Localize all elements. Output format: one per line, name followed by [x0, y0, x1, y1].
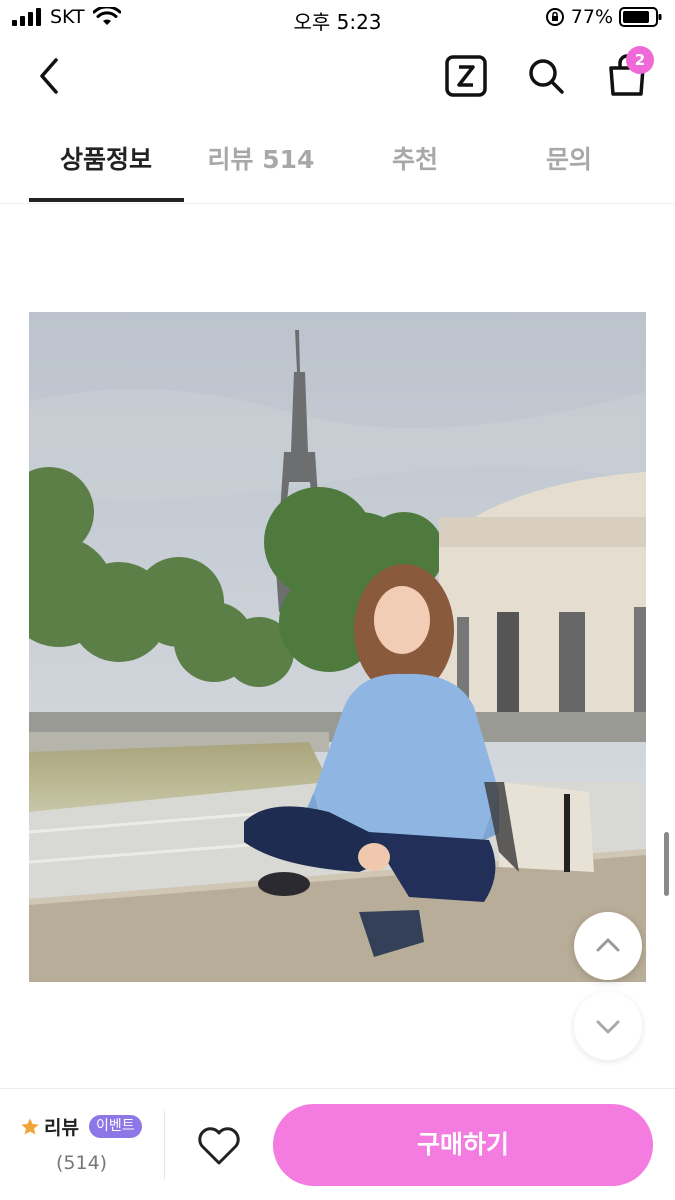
status-bar: SKT 오후 5:23 77% — [0, 0, 675, 38]
chevron-left-icon — [40, 58, 58, 94]
chevron-down-icon — [596, 1020, 620, 1034]
star-icon — [21, 1118, 39, 1135]
review-label: 리뷰 — [44, 1117, 79, 1139]
tab-recommend[interactable]: 추천 — [338, 140, 492, 204]
search-icon — [529, 59, 564, 94]
product-photo-illustration — [29, 312, 646, 982]
cart-count-badge: 2 — [626, 46, 654, 74]
buy-button[interactable]: 구매하기 — [273, 1104, 653, 1186]
search-button[interactable] — [524, 54, 568, 98]
chevron-up-icon — [596, 938, 620, 952]
tab-inquiry[interactable]: 문의 — [492, 140, 646, 204]
scrollbar[interactable] — [664, 832, 669, 896]
active-tab-indicator — [29, 198, 184, 202]
z-menu-button[interactable] — [444, 54, 488, 98]
bottom-action-bar: 리뷰 이벤트 (514) 구매하기 — [0, 1088, 675, 1200]
tab-product-info[interactable]: 상품정보 — [29, 140, 183, 204]
review-count: (514) — [56, 1152, 108, 1174]
heart-icon — [198, 1127, 240, 1165]
orientation-lock-icon — [545, 8, 564, 26]
review-row: 리뷰 이벤트 — [20, 1113, 150, 1140]
scroll-to-top-button[interactable] — [574, 912, 642, 980]
product-tabs: 상품정보 리뷰 514 추천 문의 — [0, 126, 675, 204]
scroll-to-bottom-button[interactable] — [574, 992, 642, 1060]
back-button[interactable] — [30, 54, 70, 98]
z-logo-icon — [445, 55, 487, 97]
tab-reviews[interactable]: 리뷰 514 — [184, 140, 338, 204]
battery-percent: 77% — [570, 6, 613, 28]
event-badge: 이벤트 — [88, 1115, 142, 1138]
bottom-divider — [164, 1111, 165, 1179]
review-summary-button[interactable]: 리뷰 이벤트 (514) — [20, 1113, 150, 1183]
product-photo — [29, 312, 646, 982]
app-header: 2 — [0, 42, 675, 112]
status-right: 77% — [545, 6, 663, 28]
battery-icon — [619, 7, 662, 27]
wishlist-button[interactable] — [196, 1125, 242, 1167]
